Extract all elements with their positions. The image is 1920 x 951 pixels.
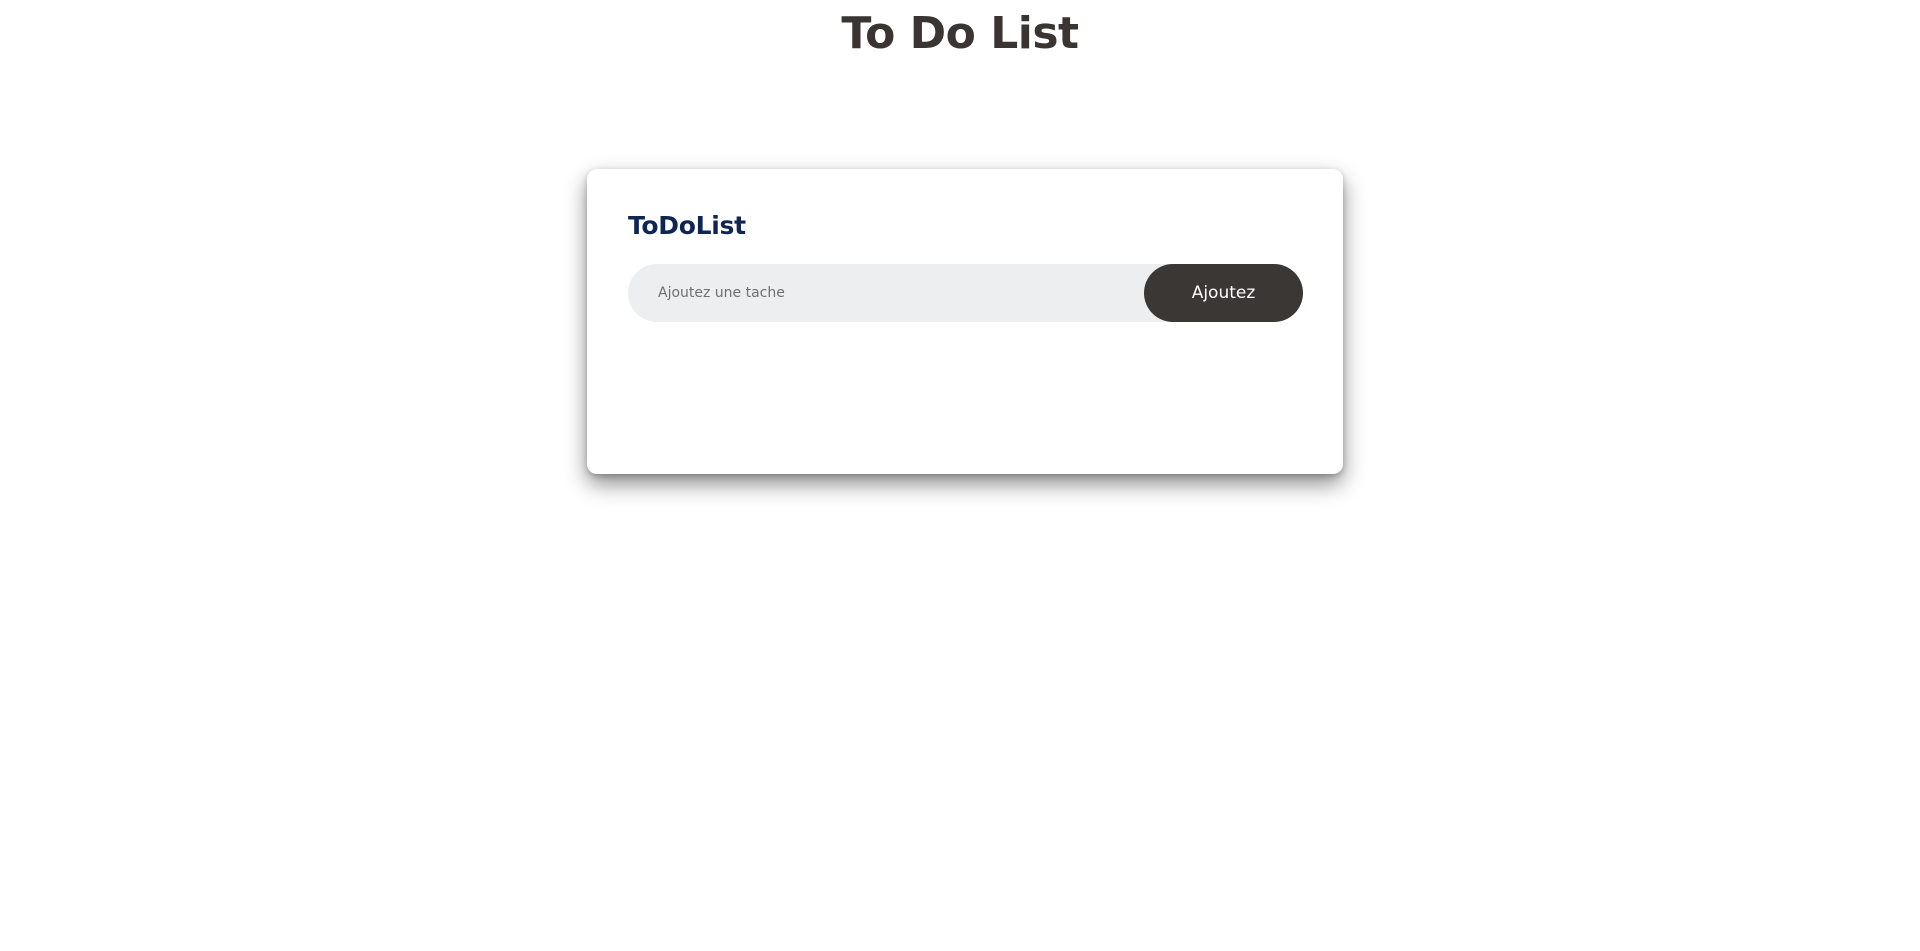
page-title: To Do List	[841, 8, 1079, 59]
task-input[interactable]	[628, 264, 1144, 322]
todo-card: ToDoList Ajoutez	[587, 169, 1343, 474]
add-task-button[interactable]: Ajoutez	[1144, 264, 1303, 322]
task-list	[628, 339, 1303, 449]
card-title: ToDoList	[628, 211, 746, 240]
add-task-row: Ajoutez	[628, 264, 1303, 322]
